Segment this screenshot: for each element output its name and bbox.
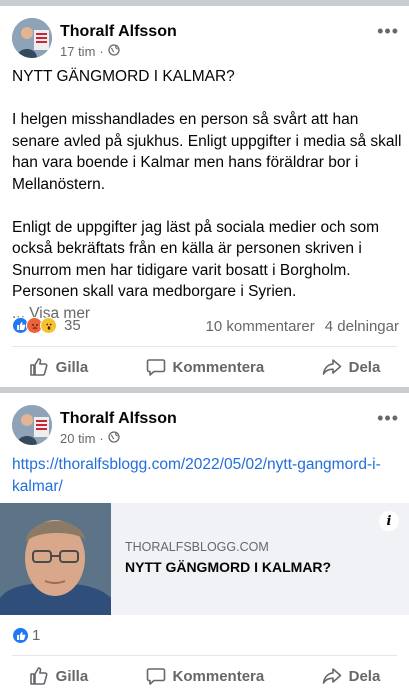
post-meta: 20 tim · [60,431,120,446]
post-stats: 10 kommentarer 4 delningar [206,318,399,335]
reaction-count: 35 [64,317,81,334]
post-text: NYTT GÄNGMORD I KALMAR? I helgen misshan… [12,66,404,324]
post-paragraph: Enligt de uppgifter jag läst på sociala … [12,218,380,301]
share-button[interactable]: Dela [322,666,381,686]
share-button[interactable]: Dela [322,357,381,377]
author-avatar[interactable] [12,18,52,58]
like-label: Gilla [55,358,89,376]
shares-count[interactable]: 4 delningar [325,318,399,335]
like-icon [29,357,49,377]
share-label: Dela [348,667,381,685]
post-time[interactable]: 17 tim [60,44,95,59]
more-icon[interactable]: ••• [377,22,399,40]
post-card-2: Thoralf Alfsson 20 tim · ••• https://tho… [0,393,409,694]
author-name[interactable]: Thoralf Alfsson [60,23,177,41]
post-headline: NYTT GÄNGMORD I KALMAR? [12,68,235,85]
author-name[interactable]: Thoralf Alfsson [60,410,177,428]
like-label: Gilla [55,667,89,685]
like-reaction-icon [12,627,29,644]
post-meta: 17 tim · [60,44,120,59]
comment-icon [146,666,166,686]
globe-icon [108,44,120,59]
preview-title: NYTT GÄNGMORD I KALMAR? [125,559,332,575]
like-button[interactable]: Gilla [29,666,89,686]
preview-thumbnail [0,503,111,615]
comment-label: Kommentera [172,667,265,685]
post-link[interactable]: https://thoralfsblogg.com/2022/05/02/nyt… [12,454,404,497]
comment-button[interactable]: Kommentera [146,666,265,686]
comments-count[interactable]: 10 kommentarer [206,318,315,335]
preview-body: THORALFSBLOGG.COM NYTT GÄNGMORD I KALMAR… [111,503,409,615]
post-card-1: Thoralf Alfsson 17 tim · ••• NYTT GÄNGMO… [0,6,409,387]
link-preview[interactable]: THORALFSBLOGG.COM NYTT GÄNGMORD I KALMAR… [0,503,409,615]
post-actions: Gilla Kommentera Dela [0,347,409,387]
share-icon [322,666,342,686]
info-icon[interactable]: i [379,511,399,531]
preview-domain: THORALFSBLOGG.COM [125,540,269,554]
comment-label: Kommentera [172,358,265,376]
wow-reaction-icon [40,317,57,334]
comment-icon [146,357,166,377]
more-icon[interactable]: ••• [377,409,399,427]
post-actions: Gilla Kommentera Dela [0,656,409,694]
share-label: Dela [348,358,381,376]
comment-button[interactable]: Kommentera [146,357,265,377]
reaction-count: 1 [32,627,41,644]
reactions-summary[interactable]: 35 [12,317,81,334]
like-button[interactable]: Gilla [29,357,89,377]
like-icon [29,666,49,686]
post-paragraph: I helgen misshandlades en person så svår… [12,111,402,193]
post-time[interactable]: 20 tim [60,431,95,446]
share-icon [322,357,342,377]
reactions-summary[interactable]: 1 [12,627,40,644]
author-avatar[interactable] [12,405,52,445]
globe-icon [108,431,120,446]
